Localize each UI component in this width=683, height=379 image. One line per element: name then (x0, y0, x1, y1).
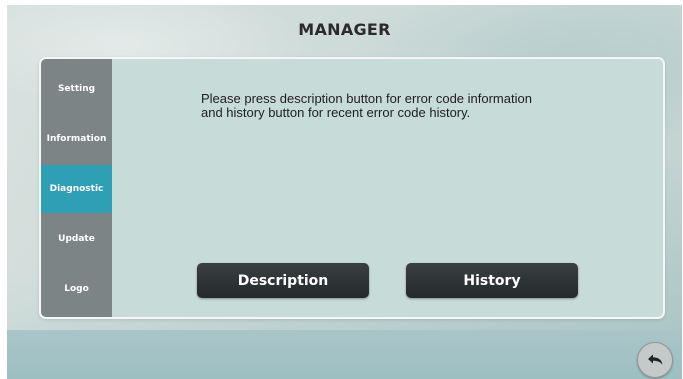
sidebar-item-setting[interactable]: Setting (41, 65, 112, 113)
sidebar-item-diagnostic[interactable]: Diagnostic (41, 165, 112, 213)
content-panel: Setting Information Diagnostic Update Lo… (39, 57, 665, 319)
bottom-bar (7, 330, 682, 379)
undo-arrow-icon (645, 352, 665, 368)
page-title: MANAGER (298, 20, 391, 39)
instruction-line-2: and history button for recent error code… (201, 105, 471, 120)
sidebar-item-label: Diagnostic (49, 184, 104, 194)
sidebar-item-label: Logo (64, 284, 89, 294)
sidebar-item-information[interactable]: Information (41, 115, 112, 163)
sidebar-item-label: Setting (57, 84, 96, 94)
sidebar-item-label: Update (58, 234, 95, 244)
sidebar-item-logo[interactable]: Logo (41, 265, 112, 313)
sidebar: Setting Information Diagnostic Update Lo… (41, 59, 112, 317)
description-button[interactable]: Description (197, 263, 369, 298)
screen: MANAGER Setting Information Diagnostic U… (7, 5, 682, 379)
instruction-text: Please press description button for erro… (201, 92, 621, 120)
back-button[interactable] (637, 342, 673, 378)
history-button[interactable]: History (406, 263, 578, 298)
sidebar-item-update[interactable]: Update (41, 215, 112, 263)
sidebar-item-label: Information (46, 134, 107, 144)
instruction-line-1: Please press description button for erro… (201, 91, 532, 106)
